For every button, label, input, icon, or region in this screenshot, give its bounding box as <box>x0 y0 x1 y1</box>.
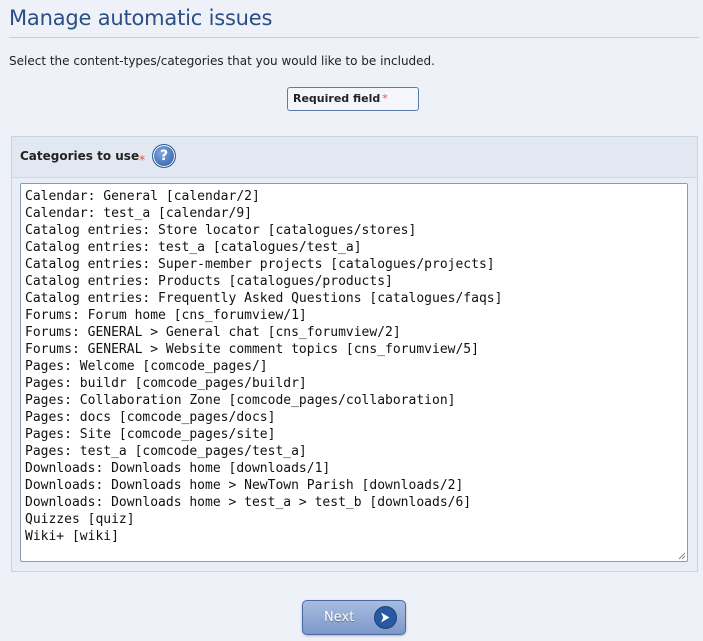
category-option[interactable]: Catalog entries: Frequently Asked Questi… <box>25 290 683 307</box>
arrow-right-icon <box>374 606 397 629</box>
category-option[interactable]: Catalog entries: Products [catalogues/pr… <box>25 273 683 290</box>
categories-label: Categories to use* <box>20 149 145 167</box>
required-star: * <box>382 92 388 105</box>
category-option[interactable]: Pages: buildr [comcode_pages/buildr] <box>25 375 683 392</box>
category-option[interactable]: Forums: GENERAL > Website comment topics… <box>25 341 683 358</box>
required-field-label: Required field <box>293 92 381 105</box>
category-option[interactable]: Wiki+ [wiki] <box>25 528 683 545</box>
categories-fieldset: Categories to use* ? Calendar: General [… <box>11 136 698 572</box>
category-option[interactable]: Downloads: Downloads home > NewTown Pari… <box>25 477 683 494</box>
category-option[interactable]: Catalog entries: test_a [catalogues/test… <box>25 239 683 256</box>
required-field-notice: Required field * <box>287 87 419 111</box>
resize-grip-icon[interactable] <box>677 551 686 560</box>
category-option[interactable]: Forums: GENERAL > General chat [cns_foru… <box>25 324 683 341</box>
categories-label-text: Categories to use <box>20 149 140 163</box>
intro-text: Select the content-types/categories that… <box>9 54 435 68</box>
category-option[interactable]: Forums: Forum home [cns_forumview/1] <box>25 307 683 324</box>
categories-textarea[interactable]: Calendar: General [calendar/2] Calendar: … <box>20 183 688 562</box>
category-option[interactable]: Pages: Collaboration Zone [comcode_pages… <box>25 392 683 409</box>
category-option[interactable]: Calendar: General [calendar/2] <box>25 188 683 205</box>
category-option[interactable]: Catalog entries: Super-member projects [… <box>25 256 683 273</box>
next-label: Next <box>324 610 355 625</box>
page-title: Manage automatic issues <box>9 6 273 30</box>
category-option[interactable]: Pages: Site [comcode_pages/site] <box>25 426 683 443</box>
title-divider <box>9 37 699 38</box>
help-glyph: ? <box>159 148 169 164</box>
category-option[interactable]: Downloads: Downloads home [downloads/1] <box>25 460 683 477</box>
category-option[interactable]: Downloads: Downloads home > test_a > tes… <box>25 494 683 511</box>
category-option[interactable]: Catalog entries: Store locator [catalogu… <box>25 222 683 239</box>
category-option[interactable]: Quizzes [quiz] <box>25 511 683 528</box>
help-icon[interactable]: ? <box>152 144 176 168</box>
required-star: * <box>139 153 146 167</box>
next-button[interactable]: Next <box>302 600 406 635</box>
field-header: Categories to use* ? <box>12 137 697 178</box>
category-option[interactable]: Pages: Welcome [comcode_pages/] <box>25 358 683 375</box>
category-option[interactable]: Calendar: test_a [calendar/9] <box>25 205 683 222</box>
category-option[interactable]: Pages: test_a [comcode_pages/test_a] <box>25 443 683 460</box>
category-option[interactable]: Pages: docs [comcode_pages/docs] <box>25 409 683 426</box>
